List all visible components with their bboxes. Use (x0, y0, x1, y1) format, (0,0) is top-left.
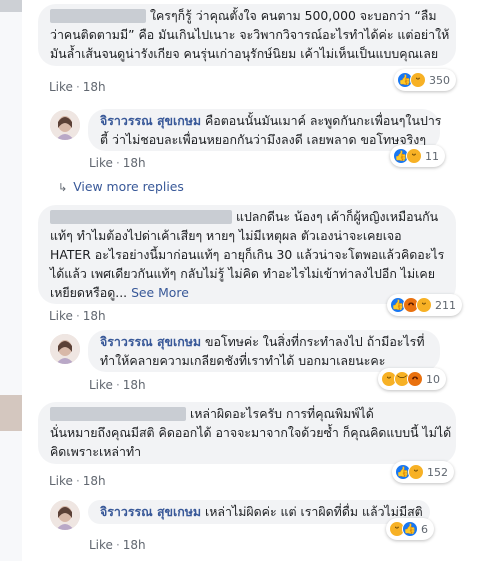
like-link[interactable]: Like (89, 538, 113, 552)
haha-icon: ᵕ (406, 148, 422, 164)
reaction-summary[interactable]: 👍 ᵕ 350 (394, 69, 456, 91)
reaction-summary[interactable]: 👍 ᵕ 11 (390, 145, 445, 167)
commenter-name[interactable]: จิราวรรณ สุขเกษม (100, 113, 201, 128)
timestamp[interactable]: 18h (83, 80, 106, 94)
redacted-name (50, 407, 186, 421)
reaction-summary[interactable]: 👍 ᵕ 152 (392, 461, 454, 483)
comment-bubble: เหล่าผิดอะไรครับ การที่คุณพิมพ์ได้ นั่นห… (38, 402, 456, 464)
comment-actions: Like · 18h (49, 80, 106, 94)
comment-bubble: ใครๆก็รู้ ว่าคุณตั้งใจ คนตาม 500,000 จะบ… (38, 4, 456, 66)
timestamp[interactable]: 18h (83, 474, 106, 488)
like-icon: 👍 (402, 521, 418, 537)
cropped-avatar (0, 395, 22, 431)
comment-text: คิดเพราะเหล่าทำ (50, 444, 142, 459)
timestamp[interactable]: 18h (123, 156, 146, 170)
timestamp[interactable]: 18h (123, 538, 146, 552)
redacted-name (50, 210, 232, 224)
reply-bubble: จิราวรรณ สุขเกษม ขอโทษค่ะ ในสิ่งที่กระทำ… (88, 330, 440, 372)
comment-thread: ใครๆก็รู้ ว่าคุณตั้งใจ คนตาม 500,000 จะบ… (0, 0, 492, 561)
avatar[interactable] (50, 110, 80, 140)
comment-text: นั่นหมายถึงคุณมีสติ คิดออกได้ อาจจะมาจาก… (50, 425, 452, 440)
comment-text: ใครๆก็รู้ ว่าคุณตั้งใจ คนตาม 500,000 จะบ… (149, 8, 437, 23)
comment-text: ทำให้คลายความเกลียดชังที่เราทำได้ บอกมาเ… (100, 353, 386, 368)
view-more-replies[interactable]: ↳ View more replies (58, 179, 184, 194)
reply-arrow-icon: ↳ (58, 181, 68, 194)
reaction-summary[interactable]: ᵕ ︶ ᴖ 10 (378, 368, 446, 390)
reaction-count: 211 (435, 298, 456, 312)
comment-text: HATER อะไรอย่างนี้มาก่อนแท้ๆ อายุก็เกิน … (50, 247, 445, 262)
avatar[interactable] (50, 334, 80, 364)
comment-text: ได้แล้ว เพศเดียวกันแท้ๆ กลับไม่รู้ ไม่คิ… (50, 266, 435, 281)
comment-text: แท้ๆ ทำไมต้องไปด่าเค้าเสียๆ หายๆ ไม่มีเห… (50, 228, 402, 243)
reaction-count: 152 (427, 465, 448, 479)
comment-text: ตี้ ว่าไม่ชอบละเพื่อนหยอกกันว่ามึงลงดี เ… (100, 132, 426, 147)
like-link[interactable]: Like (89, 378, 113, 392)
comment-text: แปลกดีนะ น้องๆ เค้าก็ผู้หญิงเหมือนกัน (235, 209, 439, 224)
haha-icon: ᵕ (410, 72, 426, 88)
commenter-name[interactable]: จิราวรรณ สุขเกษม (100, 504, 201, 519)
comment-text: เหยียดหรือดู... (50, 285, 128, 300)
like-link[interactable]: Like (49, 474, 73, 488)
reply-bubble: จิราวรรณ สุขเกษม เหล่าไม่ผิดค่ะ แต่ เราผ… (88, 500, 430, 524)
like-link[interactable]: Like (49, 80, 73, 94)
comment-bubble: แปลกดีนะ น้องๆ เค้าก็ผู้หญิงเหมือนกัน แท… (38, 205, 456, 304)
haha-icon: ᵕ (408, 464, 424, 480)
timestamp[interactable]: 18h (83, 309, 106, 323)
comment-actions: Like · 18h (89, 156, 146, 170)
reaction-count: 10 (426, 372, 440, 386)
comment-text: เหล่าผิดอะไรครับ การที่คุณพิมพ์ได้ (189, 406, 374, 421)
timestamp[interactable]: 18h (123, 378, 146, 392)
comment-text: มันล้ำเส้นจนดูน่ารังเกียจ คนรุ่นเก่าอนุร… (50, 46, 439, 61)
comment-text: ว่าคนติดตามมี” คือ มันเกินไปเนาะ จะวิพาก… (50, 27, 450, 42)
reaction-count: 350 (429, 73, 450, 87)
angry-icon: ᴖ (407, 371, 423, 387)
commenter-name[interactable]: จิราวรรณ สุขเกษม (100, 334, 201, 349)
reply-bubble: จิราวรรณ สุขเกษม คือตอนนั้นมันเมาค์ ละพู… (88, 109, 442, 151)
left-edge-strip (0, 0, 22, 561)
comment-actions: Like · 18h (89, 378, 146, 392)
avatar[interactable] (50, 500, 80, 530)
comment-text: เหล่าไม่ผิดค่ะ แต่ เราผิดที่ดื่ม แล้วไม่… (205, 504, 423, 519)
comment-actions: Like · 18h (49, 309, 106, 323)
like-link[interactable]: Like (49, 309, 73, 323)
cropped-avatar (0, 0, 22, 12)
reaction-summary[interactable]: ᵕ 👍 6 (386, 518, 434, 540)
redacted-name (50, 9, 146, 23)
comment-text: คือตอนนั้นมันเมาค์ ละพูดกันกะเพื่อนๆในปา… (205, 113, 442, 128)
view-more-label: View more replies (73, 179, 184, 194)
comment-actions: Like · 18h (49, 474, 106, 488)
comment-text: ขอโทษค่ะ ในสิ่งที่กระทำลงไป ถ้ามีอะไรที่ (205, 334, 425, 349)
haha-icon: ᵕ (416, 297, 432, 313)
reaction-summary[interactable]: 👍 ᴖ ᵕ 211 (387, 294, 462, 316)
reaction-count: 11 (425, 149, 439, 163)
like-link[interactable]: Like (89, 156, 113, 170)
see-more-link[interactable]: See More (131, 285, 189, 300)
reaction-count: 6 (421, 522, 428, 536)
comment-actions: Like · 18h (89, 538, 146, 552)
